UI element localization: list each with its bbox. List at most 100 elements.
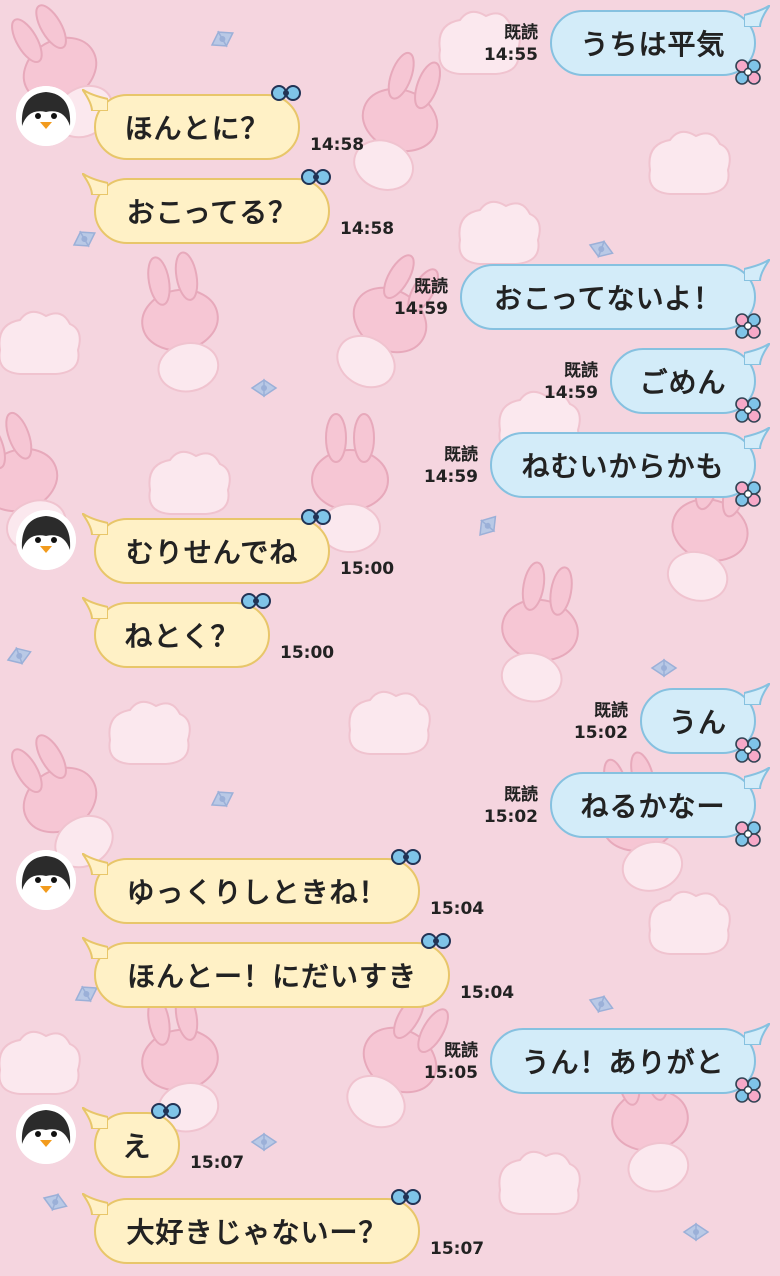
message-meta: 15:07 <box>190 1152 244 1174</box>
incoming-message: 大好きじゃないー？ 15:07 <box>0 1189 780 1264</box>
message-time: 14:59 <box>423 467 478 487</box>
bubble-tail <box>744 427 770 449</box>
flower-icon <box>735 1077 761 1103</box>
message-text: うちは平気 <box>580 28 726 61</box>
message-time: 15:05 <box>423 1063 478 1083</box>
incoming-message: ねとく？ 15:00 <box>0 593 780 668</box>
ribbon-icon <box>301 169 331 185</box>
read-receipt: 既読 <box>444 1041 478 1061</box>
message-bubble[interactable]: うん <box>640 683 770 763</box>
bubble-tail <box>82 1193 108 1215</box>
message-text: ごめん <box>639 366 727 399</box>
flower-icon <box>735 821 761 847</box>
message-text: ゆっくりしときね！ <box>126 876 388 909</box>
message-time: 14:58 <box>310 135 365 155</box>
message-bubble[interactable]: うん！ありがと <box>490 1023 770 1103</box>
incoming-message: おこってる？ 14:58 <box>0 169 780 244</box>
message-meta: 既読 14:59 <box>544 360 598 404</box>
message-text: え <box>122 1130 152 1163</box>
bubble-tail <box>82 853 108 875</box>
read-receipt: 既読 <box>594 701 628 721</box>
message-time: 15:02 <box>483 807 538 827</box>
message-meta: 既読 14:55 <box>484 22 538 66</box>
message-meta: 14:58 <box>340 218 394 240</box>
flower-icon <box>735 313 761 339</box>
bubble-tail <box>82 597 108 619</box>
ribbon-icon <box>241 593 271 609</box>
message-bubble[interactable]: ほんとー！にだいすき <box>82 933 451 1008</box>
message-meta: 既読 15:02 <box>484 784 538 828</box>
message-text: うん！ありがと <box>521 1046 725 1079</box>
message-time: 15:00 <box>280 643 335 663</box>
bubble-tail <box>82 173 108 195</box>
message-meta: 既読 15:05 <box>424 1040 478 1084</box>
message-time: 14:58 <box>340 219 395 239</box>
message-bubble[interactable]: 大好きじゃないー？ <box>82 1189 421 1264</box>
penguin-icon <box>16 86 76 146</box>
read-receipt: 既読 <box>504 785 538 805</box>
bubble-tail <box>744 259 770 281</box>
message-bubble[interactable]: おこってないよ！ <box>460 259 770 339</box>
flower-icon <box>735 481 761 507</box>
message-bubble[interactable]: ねむいからかも <box>490 427 770 507</box>
ribbon-icon <box>391 1189 421 1205</box>
message-meta: 既読 15:02 <box>574 700 628 744</box>
penguin-icon <box>16 850 76 910</box>
message-text: 大好きじゃないー？ <box>126 1216 388 1249</box>
incoming-message: ゆっくりしときね！ 15:04 <box>0 849 780 924</box>
bubble-tail <box>744 5 770 27</box>
message-meta: 15:04 <box>460 982 514 1004</box>
message-time: 15:07 <box>430 1239 485 1259</box>
read-receipt: 既読 <box>504 23 538 43</box>
bubble-tail <box>82 1107 108 1129</box>
message-time: 15:07 <box>190 1153 245 1173</box>
ribbon-icon <box>391 849 421 865</box>
message-bubble[interactable]: うちは平気 <box>550 5 770 85</box>
message-text: おこってないよ！ <box>493 282 723 315</box>
bubble-tail <box>744 343 770 365</box>
bubble-tail <box>744 767 770 789</box>
incoming-message: ほんとに？ 14:58 <box>0 85 780 160</box>
message-time: 15:04 <box>460 983 515 1003</box>
message-time: 15:00 <box>340 559 395 579</box>
message-bubble[interactable]: むりせんでね <box>82 509 331 584</box>
message-bubble[interactable]: ねとく？ <box>82 593 271 668</box>
message-bubble[interactable]: おこってる？ <box>82 169 331 244</box>
incoming-message: むりせんでね 15:00 <box>0 509 780 584</box>
bubble-tail <box>82 89 108 111</box>
outgoing-message: ごめん 既読 14:59 <box>0 343 780 423</box>
bubble-tail <box>82 513 108 535</box>
incoming-message: ほんとー！にだいすき 15:04 <box>0 933 780 1008</box>
message-meta: 15:00 <box>340 558 394 580</box>
message-text: ねるかなー <box>580 790 726 823</box>
message-bubble[interactable]: ごめん <box>610 343 770 423</box>
message-text: ねとく？ <box>124 620 240 653</box>
message-meta: 既読 14:59 <box>424 444 478 488</box>
message-meta: 既読 14:59 <box>394 276 448 320</box>
message-text: ねむいからかも <box>521 450 725 483</box>
friend-avatar[interactable] <box>16 86 76 146</box>
message-bubble[interactable]: ゆっくりしときね！ <box>82 849 421 924</box>
flower-icon <box>735 397 761 423</box>
message-bubble[interactable]: え <box>82 1103 181 1178</box>
outgoing-message: おこってないよ！ 既読 14:59 <box>0 259 780 339</box>
bubble-tail <box>744 1023 770 1045</box>
message-bubble[interactable]: ほんとに？ <box>82 85 301 160</box>
ribbon-icon <box>421 933 451 949</box>
message-meta: 15:04 <box>430 898 484 920</box>
friend-avatar[interactable] <box>16 1104 76 1164</box>
friend-avatar[interactable] <box>16 850 76 910</box>
friend-avatar[interactable] <box>16 510 76 570</box>
penguin-icon <box>16 510 76 570</box>
read-receipt: 既読 <box>564 361 598 381</box>
bubble-tail <box>82 937 108 959</box>
message-meta: 14:58 <box>310 134 364 156</box>
message-text: おこってる？ <box>126 196 298 229</box>
ribbon-icon <box>151 1103 181 1119</box>
flower-icon <box>735 737 761 763</box>
message-meta: 15:07 <box>430 1238 484 1260</box>
message-time: 14:59 <box>543 383 598 403</box>
message-bubble[interactable]: ねるかなー <box>550 767 770 847</box>
outgoing-message: うちは平気 既読 14:55 <box>0 5 780 85</box>
ribbon-icon <box>271 85 301 101</box>
